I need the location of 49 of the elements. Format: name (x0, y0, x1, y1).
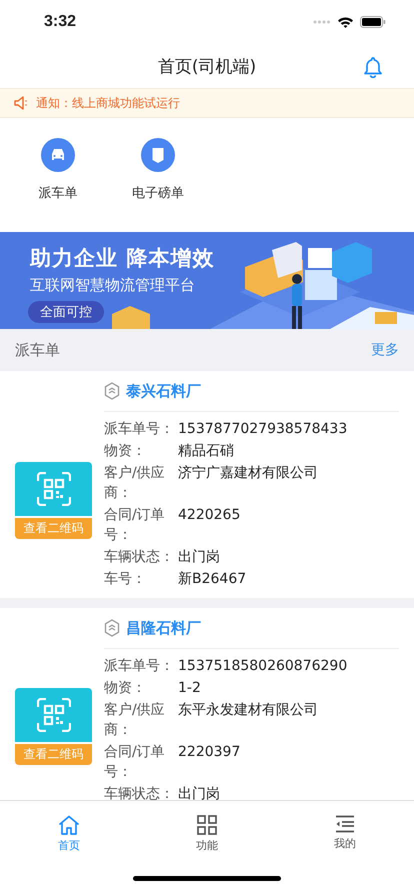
banner-subtitle: 互联网智慧物流管理平台 (30, 276, 195, 295)
receipt-icon (141, 138, 175, 172)
field-value: 出门岗 (178, 548, 220, 567)
hexagon-icon (104, 382, 120, 400)
home-icon (58, 815, 80, 835)
battery-icon (360, 16, 386, 28)
field-value: 2220397 (178, 743, 240, 762)
signal-icon (313, 20, 331, 24)
field-value: 1-2 (178, 679, 201, 698)
tab-item[interactable]: 我的 (276, 815, 414, 853)
company-name: 泰兴石料厂 (126, 382, 201, 400)
speaker-icon (14, 96, 30, 110)
banner-headline: 助力企业 降本增效 (30, 245, 214, 272)
qr-code-icon (36, 698, 70, 732)
notice-text: 通知：线上商城功能试运行 (36, 94, 180, 112)
shortcut-button[interactable]: 派车单 (30, 138, 86, 202)
field-label: 车号： (104, 570, 147, 589)
field-value: 出门岗 (178, 785, 220, 800)
qr-code-icon (36, 472, 70, 506)
field-value: 新B26467 (178, 570, 246, 589)
field-value: 济宁广嘉建材有限公司 (178, 464, 318, 483)
tab-item[interactable]: 功能 (138, 815, 276, 853)
field-label: 客户/供应商： (104, 464, 166, 503)
hexagon-icon (104, 619, 120, 637)
field-label: 合同/订单号： (104, 743, 166, 782)
field-value: 4220265 (178, 506, 240, 525)
menu-icon (335, 815, 355, 833)
bell-icon[interactable] (364, 56, 382, 78)
field-label: 派车单号： (104, 657, 175, 676)
field-label: 物资： (104, 679, 147, 698)
field-label: 合同/订单号： (104, 506, 166, 545)
field-value: 东平永发建材有限公司 (178, 701, 318, 720)
field-label: 派车单号： (104, 420, 175, 439)
banner-badge: 全面可控 (28, 301, 104, 323)
field-value: 1537518580260876290 (178, 657, 348, 676)
field-label: 客户/供应商： (104, 701, 166, 740)
wifi-icon (337, 16, 354, 28)
page-title: 首页(司机端) (158, 56, 256, 78)
field-value: 精品石硝 (178, 442, 234, 461)
grid-icon (197, 815, 217, 835)
car-icon (41, 138, 75, 172)
field-label: 车辆状态： (104, 548, 175, 567)
status-time: 3:32 (44, 13, 76, 31)
company-name: 昌隆石料厂 (126, 618, 201, 638)
field-label: 车辆状态： (104, 785, 175, 800)
field-label: 物资： (104, 442, 147, 461)
shortcut-button[interactable]: 电子磅单 (130, 138, 186, 202)
field-value: 1537877027938578433 (178, 420, 348, 439)
section-title: 派车单 (15, 340, 60, 360)
